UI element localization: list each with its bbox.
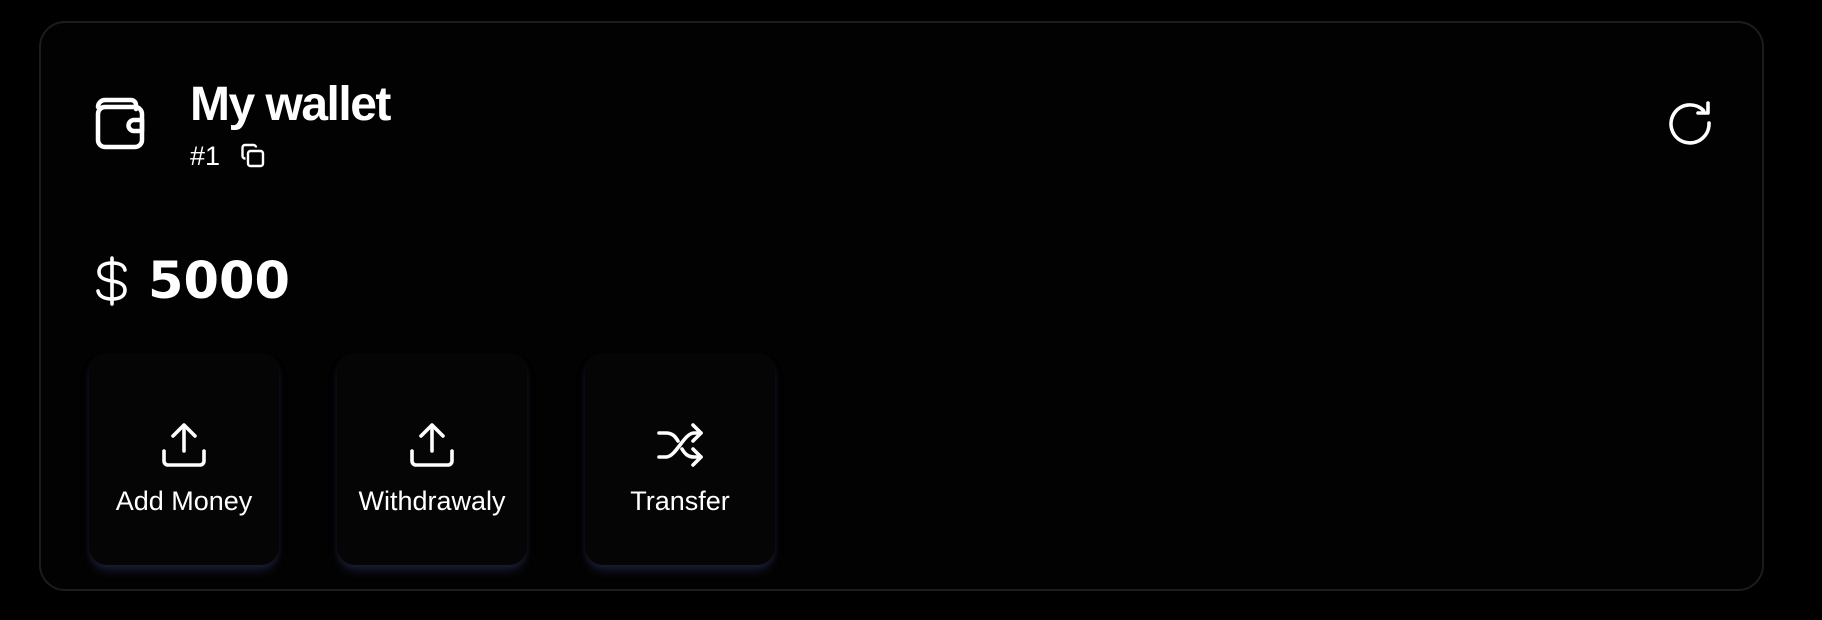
upload-icon [162,423,206,467]
wallet-icon [95,97,145,150]
dollar-icon [96,256,127,306]
balance-amount: 5000 [148,251,290,311]
copy-id-button[interactable] [238,141,268,171]
shuffle-icon [657,423,703,467]
refresh-icon [1669,101,1711,145]
refresh-button[interactable] [1665,99,1717,151]
wallet-title: My wallet [190,78,391,131]
balance-row: 5000 [92,255,290,307]
transfer-label: Transfer [630,486,730,516]
copy-icon [241,143,265,168]
wallet-card: My wallet #1 5000 Add Money Withdrawaly … [39,21,1764,591]
add-money-label: Add Money [115,486,253,516]
withdrawal-button[interactable]: Withdrawaly [337,353,527,565]
transfer-button[interactable]: Transfer [585,353,775,565]
upload-icon [410,423,454,467]
add-money-button[interactable]: Add Money [89,353,279,565]
wallet-id: #1 [190,140,221,171]
withdrawal-label: Withdrawaly [358,486,506,516]
wallet-id-row: #1 [190,141,268,171]
